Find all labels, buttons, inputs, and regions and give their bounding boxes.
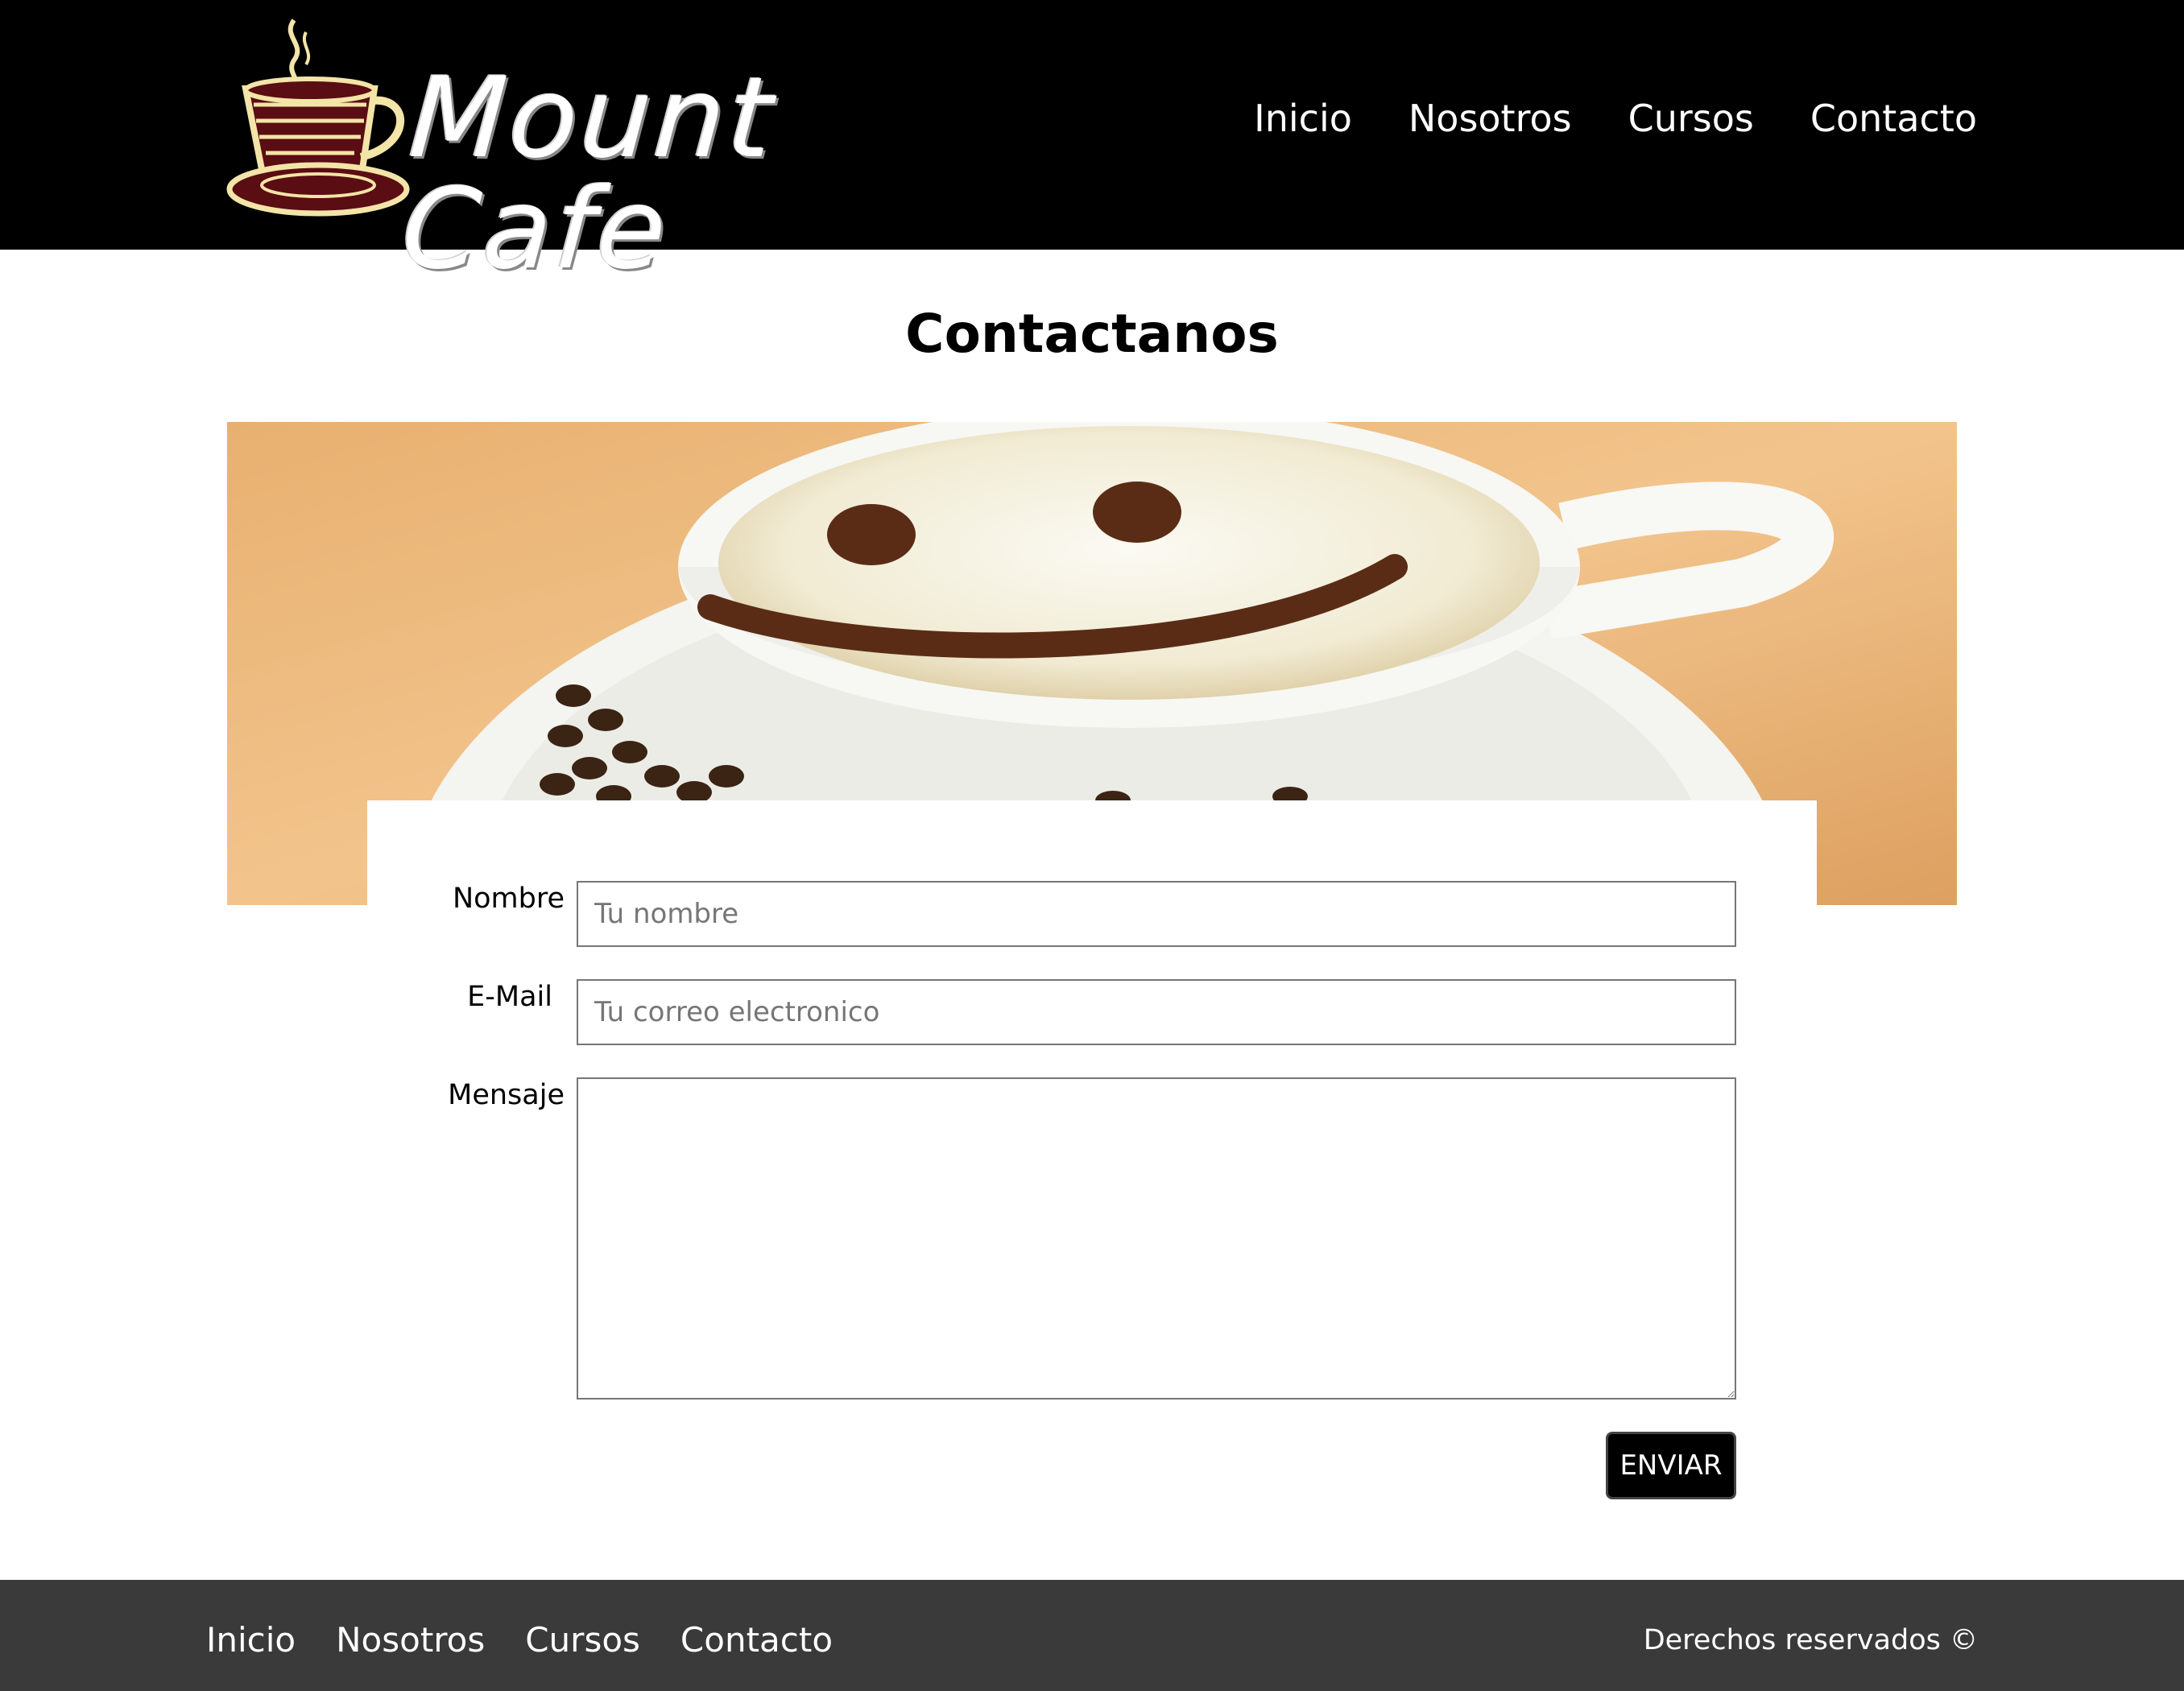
nav-cursos[interactable]: Cursos	[1628, 100, 1754, 137]
copyright-text: Derechos reservados ©	[1643, 1624, 1978, 1656]
main-nav: Inicio Nosotros Cursos Contacto	[1254, 100, 1977, 137]
nav-nosotros[interactable]: Nosotros	[1408, 100, 1572, 137]
message-label: Mensaje	[448, 1079, 565, 1111]
email-input[interactable]	[577, 979, 1736, 1045]
submit-button[interactable]: ENVIAR	[1606, 1432, 1736, 1499]
site-footer: Inicio Nosotros Cursos Contacto Derechos…	[0, 1580, 2184, 1691]
footer-nav-contacto[interactable]: Contacto	[680, 1623, 833, 1657]
name-label: Nombre	[452, 883, 565, 915]
site-logo[interactable]: Mount Cafe	[225, 16, 918, 294]
footer-nav: Inicio Nosotros Cursos Contacto	[206, 1623, 833, 1657]
nav-contacto[interactable]: Contacto	[1810, 100, 1977, 137]
site-header: Mount Cafe Inicio Nosotros Cursos Contac…	[0, 0, 2184, 294]
coffee-cup-icon	[226, 19, 410, 217]
email-label: E-Mail	[467, 981, 552, 1013]
name-input[interactable]	[577, 881, 1736, 947]
nav-inicio[interactable]: Inicio	[1254, 100, 1352, 137]
footer-nav-inicio[interactable]: Inicio	[206, 1623, 296, 1657]
logo-text: Mount Cafe	[398, 53, 780, 294]
footer-nav-cursos[interactable]: Cursos	[525, 1623, 640, 1657]
page-title: Contactanos	[905, 303, 1279, 365]
footer-nav-nosotros[interactable]: Nosotros	[336, 1623, 485, 1657]
message-textarea[interactable]	[577, 1077, 1736, 1400]
